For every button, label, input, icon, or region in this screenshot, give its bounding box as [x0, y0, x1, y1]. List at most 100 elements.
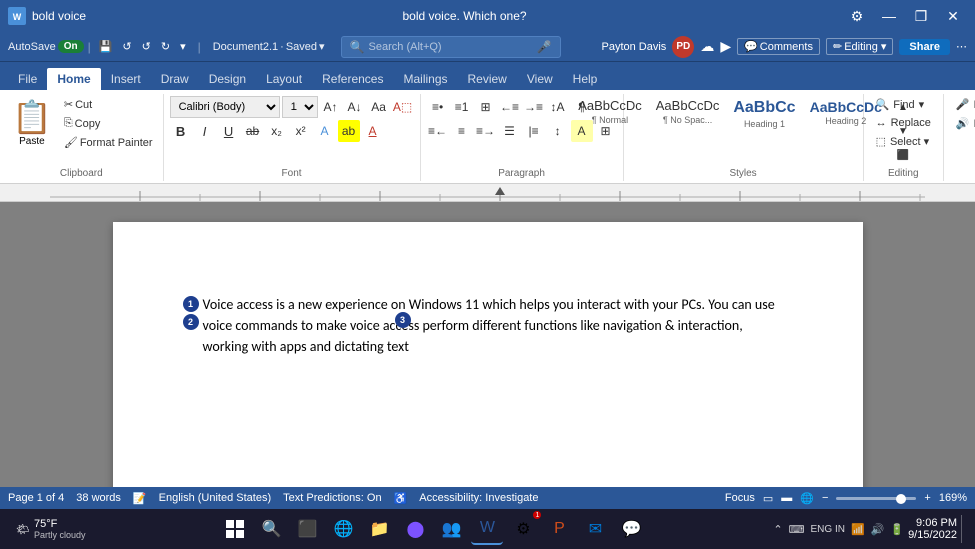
paste-btn[interactable]: 📋 Paste	[6, 96, 58, 149]
highlight-btn[interactable]: ab	[338, 120, 360, 142]
language[interactable]: English (United States)	[159, 492, 272, 504]
taskbar-edge[interactable]: 🌐	[327, 513, 359, 545]
sort-btn[interactable]: ↕A	[547, 96, 569, 118]
justify-btn[interactable]: ☰	[499, 120, 521, 142]
taskbar-mail[interactable]: ✉	[579, 513, 611, 545]
settings-btn[interactable]: ⚙	[843, 6, 871, 26]
style-heading1[interactable]: AaBbCc Heading 1	[727, 96, 801, 131]
taskbar-powerpoint[interactable]: P	[543, 513, 575, 545]
taskbar-taskview[interactable]: ⬛	[291, 513, 323, 545]
customize-btn[interactable]: ▾	[176, 38, 190, 55]
line-spacing-btn[interactable]: ↕	[547, 120, 569, 142]
bullet-list-btn[interactable]: ≡•	[427, 96, 449, 118]
view-split-btn[interactable]: ▬	[781, 492, 792, 504]
comments-btn[interactable]: 💬 Comments	[737, 38, 820, 55]
taskbar-teams[interactable]: 👥	[435, 513, 467, 545]
editing-mode-btn[interactable]: ✏ Editing ▾	[826, 38, 893, 55]
read-aloud-btn[interactable]: 🔊 Read Aloud	[950, 115, 975, 132]
font-size-select[interactable]: 11	[282, 96, 318, 118]
align-right-btn[interactable]: ≡→	[475, 120, 497, 142]
keyboard-icon[interactable]: ⌨	[789, 523, 805, 536]
replace-btn[interactable]: ↔ Replace	[870, 115, 937, 131]
network-icon[interactable]: 📶	[851, 523, 865, 536]
tab-references[interactable]: References	[312, 68, 393, 90]
style-normal[interactable]: AaBbCcDc ¶ Normal	[572, 96, 648, 127]
decrease-font-btn[interactable]: A↓	[344, 96, 366, 118]
clock[interactable]: 9:06 PM 9/15/2022	[908, 517, 957, 541]
undo-btn[interactable]: ↺	[118, 38, 135, 55]
taskbar-settings[interactable]: ⚙ 1	[507, 513, 539, 545]
chevron-icon[interactable]: ⌃	[773, 523, 782, 536]
cut-btn[interactable]: ✂ Cut	[60, 96, 157, 113]
underline-btn[interactable]: U	[218, 120, 240, 142]
font-family-select[interactable]: Calibri (Body)	[170, 96, 280, 118]
zoom-slider[interactable]	[836, 497, 916, 500]
copy-btn[interactable]: ⎘ Copy	[60, 115, 157, 132]
superscript-btn[interactable]: x²	[290, 120, 312, 142]
taskbar-start[interactable]	[219, 513, 251, 545]
cloud-icon[interactable]: ☁	[700, 38, 714, 55]
view-web-btn[interactable]: 🌐	[800, 492, 814, 505]
taskbar-word[interactable]: W	[471, 513, 503, 545]
align-center-btn[interactable]: ≡	[451, 120, 473, 142]
minimize-btn[interactable]: —	[875, 6, 903, 26]
search-input[interactable]	[369, 41, 533, 53]
document-text[interactable]: Voice access is a new experience on Wind…	[203, 294, 791, 357]
increase-font-btn[interactable]: A↑	[320, 96, 342, 118]
undo-btn2[interactable]: ↺	[138, 38, 155, 55]
font-color-btn[interactable]: A	[362, 120, 384, 142]
autosave-toggle[interactable]: On	[58, 40, 84, 53]
tab-file[interactable]: File	[8, 68, 47, 90]
tab-insert[interactable]: Insert	[101, 68, 151, 90]
tab-draw[interactable]: Draw	[151, 68, 199, 90]
text-effects-btn[interactable]: A	[314, 120, 336, 142]
strikethrough-btn[interactable]: ab	[242, 120, 264, 142]
find-btn[interactable]: 🔍 Find ▾	[870, 96, 931, 113]
taskbar-explorer[interactable]: 📁	[363, 513, 395, 545]
clear-format-btn[interactable]: A⬚	[392, 96, 414, 118]
change-case-btn[interactable]: Aa	[368, 96, 390, 118]
zoom-out-btn[interactable]: −	[822, 492, 828, 504]
format-painter-btn[interactable]: 🖌 Format Painter	[60, 134, 157, 151]
search-box[interactable]: 🔍 🎤	[341, 36, 561, 58]
numbered-list-btn[interactable]: ≡1	[451, 96, 473, 118]
bold-btn[interactable]: B	[170, 120, 192, 142]
save-btn[interactable]: 💾	[95, 38, 117, 55]
lang-indicator[interactable]: ENG IN	[811, 524, 845, 535]
column-break-btn[interactable]: |≡	[523, 120, 545, 142]
redo-btn[interactable]: ↻	[157, 38, 174, 55]
tab-home[interactable]: Home	[47, 68, 100, 90]
tab-review[interactable]: Review	[458, 68, 517, 90]
document-scroll[interactable]: 1 2 Voice access is a new experience on …	[0, 202, 975, 487]
dictate-btn[interactable]: 🎤 Dictate ▾	[950, 96, 975, 113]
italic-btn[interactable]: I	[194, 120, 216, 142]
taskbar-cortana[interactable]: ⬤	[399, 513, 431, 545]
focus-btn[interactable]: Focus	[725, 492, 755, 504]
increase-indent-btn[interactable]: →≡	[523, 96, 545, 118]
zoom-level[interactable]: 169%	[939, 492, 967, 504]
show-desktop-btn[interactable]	[961, 515, 967, 543]
tab-view[interactable]: View	[517, 68, 563, 90]
view-single-btn[interactable]: ▭	[763, 492, 773, 505]
present-icon[interactable]: ▶	[720, 38, 731, 55]
battery-icon[interactable]: 🔋	[890, 523, 904, 536]
tab-mailings[interactable]: Mailings	[393, 68, 457, 90]
speaker-icon[interactable]: 🔊	[871, 523, 885, 536]
close-btn[interactable]: ✕	[939, 6, 967, 26]
tab-help[interactable]: Help	[563, 68, 608, 90]
zoom-in-btn[interactable]: +	[924, 492, 930, 504]
more-btn[interactable]: ⋯	[956, 40, 967, 53]
tab-design[interactable]: Design	[199, 68, 256, 90]
taskbar-chat[interactable]: 💬	[615, 513, 647, 545]
style-no-space[interactable]: AaBbCcDc ¶ No Spac...	[650, 96, 726, 127]
tab-layout[interactable]: Layout	[256, 68, 312, 90]
decrease-indent-btn[interactable]: ←≡	[499, 96, 521, 118]
align-left-btn[interactable]: ≡←	[427, 120, 449, 142]
accessibility-status[interactable]: Accessibility: Investigate	[419, 492, 538, 504]
select-btn[interactable]: ⬚ Select ▾	[870, 133, 936, 150]
restore-btn[interactable]: ❐	[907, 6, 935, 26]
taskbar-search[interactable]: 🔍	[255, 513, 287, 545]
text-predictions[interactable]: Text Predictions: On	[283, 492, 381, 504]
multilevel-list-btn[interactable]: ⊞	[475, 96, 497, 118]
share-btn[interactable]: Share	[899, 39, 950, 55]
